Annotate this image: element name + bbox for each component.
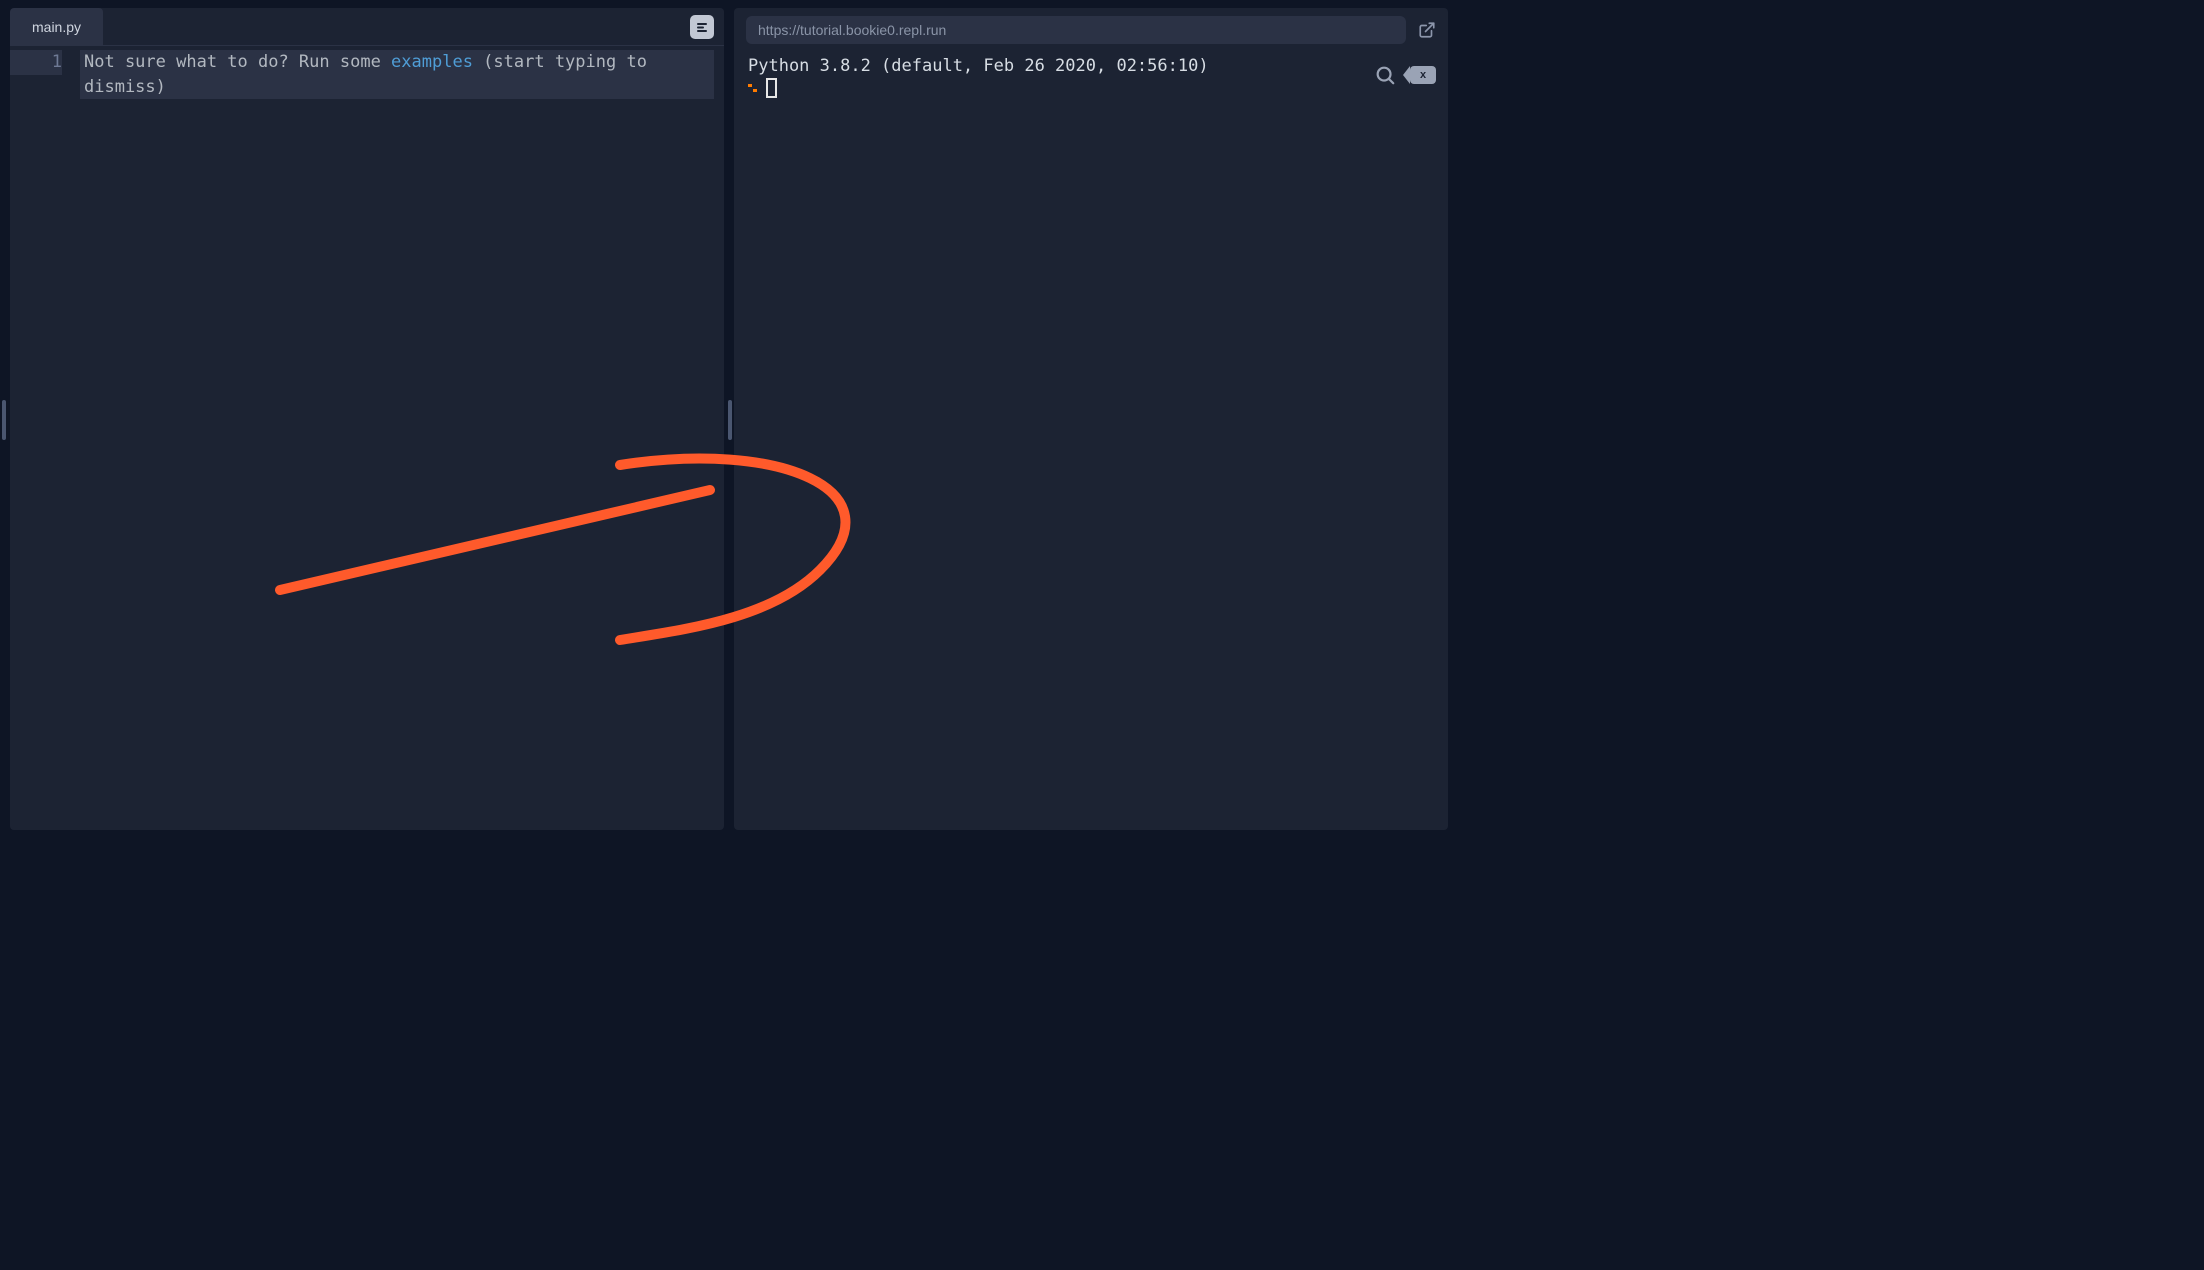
console-banner: Python 3.8.2 (default, Feb 26 2020, 02:5… (748, 56, 1434, 76)
tab-label: main.py (32, 19, 81, 35)
console-pane: https://tutorial.bookie0.repl.run x (734, 8, 1448, 830)
editor-pane: main.py 1 Not sure what to do? Run some … (10, 8, 724, 830)
examples-link[interactable]: examples (391, 52, 473, 72)
clear-console-button[interactable]: x (1410, 66, 1436, 84)
placeholder-line: Not sure what to do? Run some examples (… (80, 50, 714, 99)
open-external-button[interactable] (1416, 19, 1438, 41)
code-area[interactable]: Not sure what to do? Run some examples (… (80, 46, 724, 830)
backspace-icon: x (1420, 66, 1426, 84)
external-link-icon (1418, 21, 1436, 39)
url-text: https://tutorial.bookie0.repl.run (758, 22, 946, 38)
line-gutter: 1 (10, 46, 80, 830)
prompt-arrow-icon (748, 81, 760, 95)
line-number-1: 1 (10, 50, 62, 75)
url-bar[interactable]: https://tutorial.bookie0.repl.run (746, 16, 1406, 44)
prompt-line (748, 78, 1434, 98)
search-icon (1374, 64, 1396, 86)
placeholder-prefix: Not sure what to do? Run some (84, 52, 391, 72)
format-lines-icon (695, 20, 709, 34)
console-toolbar: x (1374, 64, 1436, 86)
search-console-button[interactable] (1374, 64, 1396, 86)
console-cursor (766, 78, 777, 98)
resize-handle-center[interactable] (728, 400, 732, 440)
editor-header: main.py (10, 8, 724, 46)
console-body[interactable]: Python 3.8.2 (default, Feb 26 2020, 02:5… (734, 50, 1448, 830)
format-code-button[interactable] (690, 15, 714, 39)
console-header: https://tutorial.bookie0.repl.run (734, 8, 1448, 50)
editor-body[interactable]: 1 Not sure what to do? Run some examples… (10, 46, 724, 830)
tab-main-py[interactable]: main.py (10, 8, 103, 45)
resize-handle-left[interactable] (2, 400, 6, 440)
